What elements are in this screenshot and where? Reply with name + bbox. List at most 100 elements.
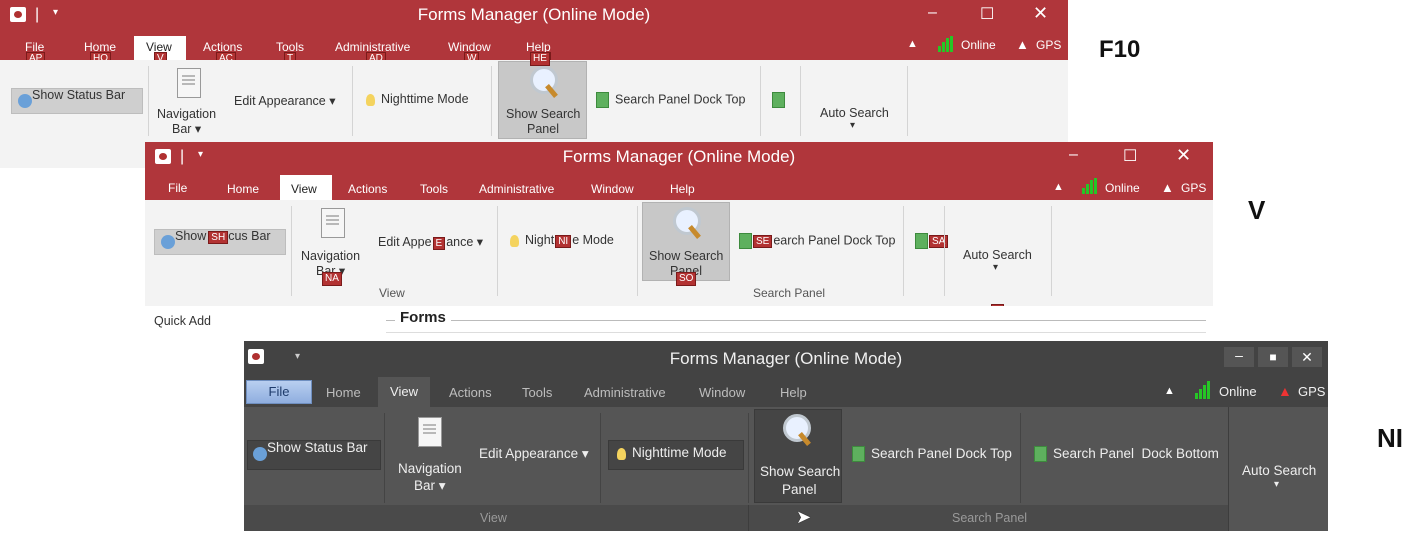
separator [491,66,492,136]
show-search-panel-button[interactable]: Show Search Panel [754,409,842,503]
navigation-bar-button[interactable]: Navigation Bar ▾ [394,415,468,499]
edit-appearance-button[interactable]: Edit Appearance ▾ [479,446,589,462]
tab-tools[interactable]: Tools [522,385,552,400]
separator [1228,407,1229,531]
close-button[interactable]: ✕ [1176,145,1191,166]
show-search-panel-label-2: Panel [527,122,559,136]
signal-icon [1082,178,1098,194]
bulb-icon [617,448,626,460]
tab-administrative[interactable]: Administrative [479,182,554,196]
show-search-panel-button[interactable]: Show Search Panel [498,61,587,139]
label-v: V [1248,195,1266,225]
show-status-bar-label: Show Status Bar [32,87,126,102]
maximize-button[interactable]: ■ [1258,347,1288,367]
edit-appearance-button[interactable]: Edit Appe Eance ▾ [378,234,483,250]
group-footer [244,505,1228,531]
minimize-button[interactable]: – [928,4,937,22]
tab-help[interactable]: Help [670,182,695,196]
status-bar-icon [161,235,175,249]
tab-file[interactable]: File [168,181,187,195]
separator [637,206,638,296]
nighttime-mode-button[interactable]: Nighttime Mode [366,92,469,106]
tab-administrative[interactable]: Administrative [584,385,666,400]
auto-search-dropdown-icon[interactable]: ▾ [1274,479,1279,490]
collapse-ribbon-icon[interactable]: ▲ [1164,385,1175,397]
tab-home[interactable]: Home [326,385,361,400]
search-panel-dock-bottom-button[interactable]: Search Panel Dock Bottom [1034,446,1219,463]
auto-search-dropdown-icon[interactable]: ▾ [993,262,998,273]
dock-top-icon [852,446,865,463]
search-panel-dock-top-button[interactable]: SE earch Panel Dock Top [739,233,895,249]
show-status-bar-label: Show Status Bar [267,439,368,455]
gps-status: GPS [1298,384,1326,399]
status-bar-icon [18,94,32,108]
navigation-bar-button[interactable]: Navigation Bar ▾ [155,66,221,140]
separator [748,413,749,503]
search-panel-dock-bottom-label: Search Panel Dock Bottom [1053,446,1219,461]
separator [497,206,498,296]
show-search-panel-label: Show Search [649,249,724,263]
quick-add-label: Quick Add [154,314,211,328]
label-f10: F10 [1099,36,1141,63]
maximize-button[interactable]: ☐ [1123,146,1137,166]
search-panel-dock-top-label: Search Panel Dock Top [871,446,1012,461]
keytip-show-search-panel: SO [676,272,697,286]
tab-help[interactable]: Help [780,385,807,400]
navigation-bar-label: Navigation [398,461,462,476]
minimize-button[interactable]: – [1224,347,1254,367]
group-label-view: View [379,286,405,300]
group-label-search-panel: Search Panel [952,511,1028,525]
nighttime-mode-button[interactable]: Nighttime Mode [608,440,744,470]
dock-bottom-icon [1034,446,1047,463]
keytip-nighttime-mode: NI [555,235,572,248]
close-button[interactable]: ✕ [1033,3,1048,24]
collapse-ribbon-icon[interactable]: ▲ [1053,181,1064,193]
dock-bottom-icon[interactable] [772,92,785,108]
forms-heading: Forms [395,309,451,326]
gps-status: GPS [1181,181,1207,195]
show-search-panel-label: Show Search [506,107,581,121]
navigation-bar-icon [321,208,345,238]
tab-view[interactable]: View [378,377,430,407]
bulb-icon [366,93,375,106]
show-search-panel-button[interactable]: Show Search Panel [642,202,730,281]
separator [291,206,292,296]
tab-home[interactable]: Home [227,182,259,196]
separator [384,413,385,503]
keytip-search: HE [530,52,550,66]
collapse-ribbon-icon[interactable]: ▲ [907,38,918,50]
night-label-b: e Mode [572,233,614,247]
auto-search-button[interactable]: Auto Search [820,106,889,120]
edit-appearance-button[interactable]: Edit Appearance ▾ [234,93,335,108]
tab-view[interactable]: View [280,175,332,200]
tab-actions[interactable]: Actions [348,182,387,196]
mouse-cursor: ➤ [796,507,812,527]
online-status: Online [1105,181,1140,195]
close-button[interactable]: ✕ [1292,347,1322,367]
auto-search-button[interactable]: Auto Search [963,248,1032,262]
keytip-dock-bottom: SA [929,235,949,249]
maximize-button[interactable]: ☐ [980,4,994,24]
keytip-edit-appearance: E [432,237,446,250]
auto-search-button[interactable]: Auto Search [1242,463,1316,478]
minimize-button[interactable]: – [1069,146,1078,164]
content-area: Quick Add Forms [145,306,1213,338]
search-panel-dock-top-button[interactable]: Search Panel Dock Top [852,446,1012,463]
tab-actions[interactable]: Actions [449,385,492,400]
search-panel-dock-top-button[interactable]: Search Panel Dock Top [596,92,745,108]
show-status-bar-button[interactable]: Show SH cus Bar [154,229,286,255]
show-status-bar-button[interactable]: Show Status Bar [11,88,143,114]
navigation-bar-button[interactable]: Navigation Bar ▾ [299,206,365,280]
menu-bar: File Home View Actions Tools Administrat… [244,375,1328,407]
separator [600,413,601,503]
bulb-icon [510,234,519,247]
window-ni: ▾ Forms Manager (Online Mode) – ■ ✕ File… [244,341,1328,531]
tab-window[interactable]: Window [591,182,634,196]
tab-window[interactable]: Window [699,385,745,400]
tab-tools[interactable]: Tools [420,182,448,196]
group-label-search-panel: Search Panel [753,286,826,300]
show-status-bar-button[interactable]: Show Status Bar [247,440,381,470]
tab-file[interactable]: File [246,380,312,404]
nighttime-mode-button[interactable]: Night NI e Mode [510,233,614,248]
auto-search-dropdown-icon[interactable]: ▾ [850,120,855,131]
